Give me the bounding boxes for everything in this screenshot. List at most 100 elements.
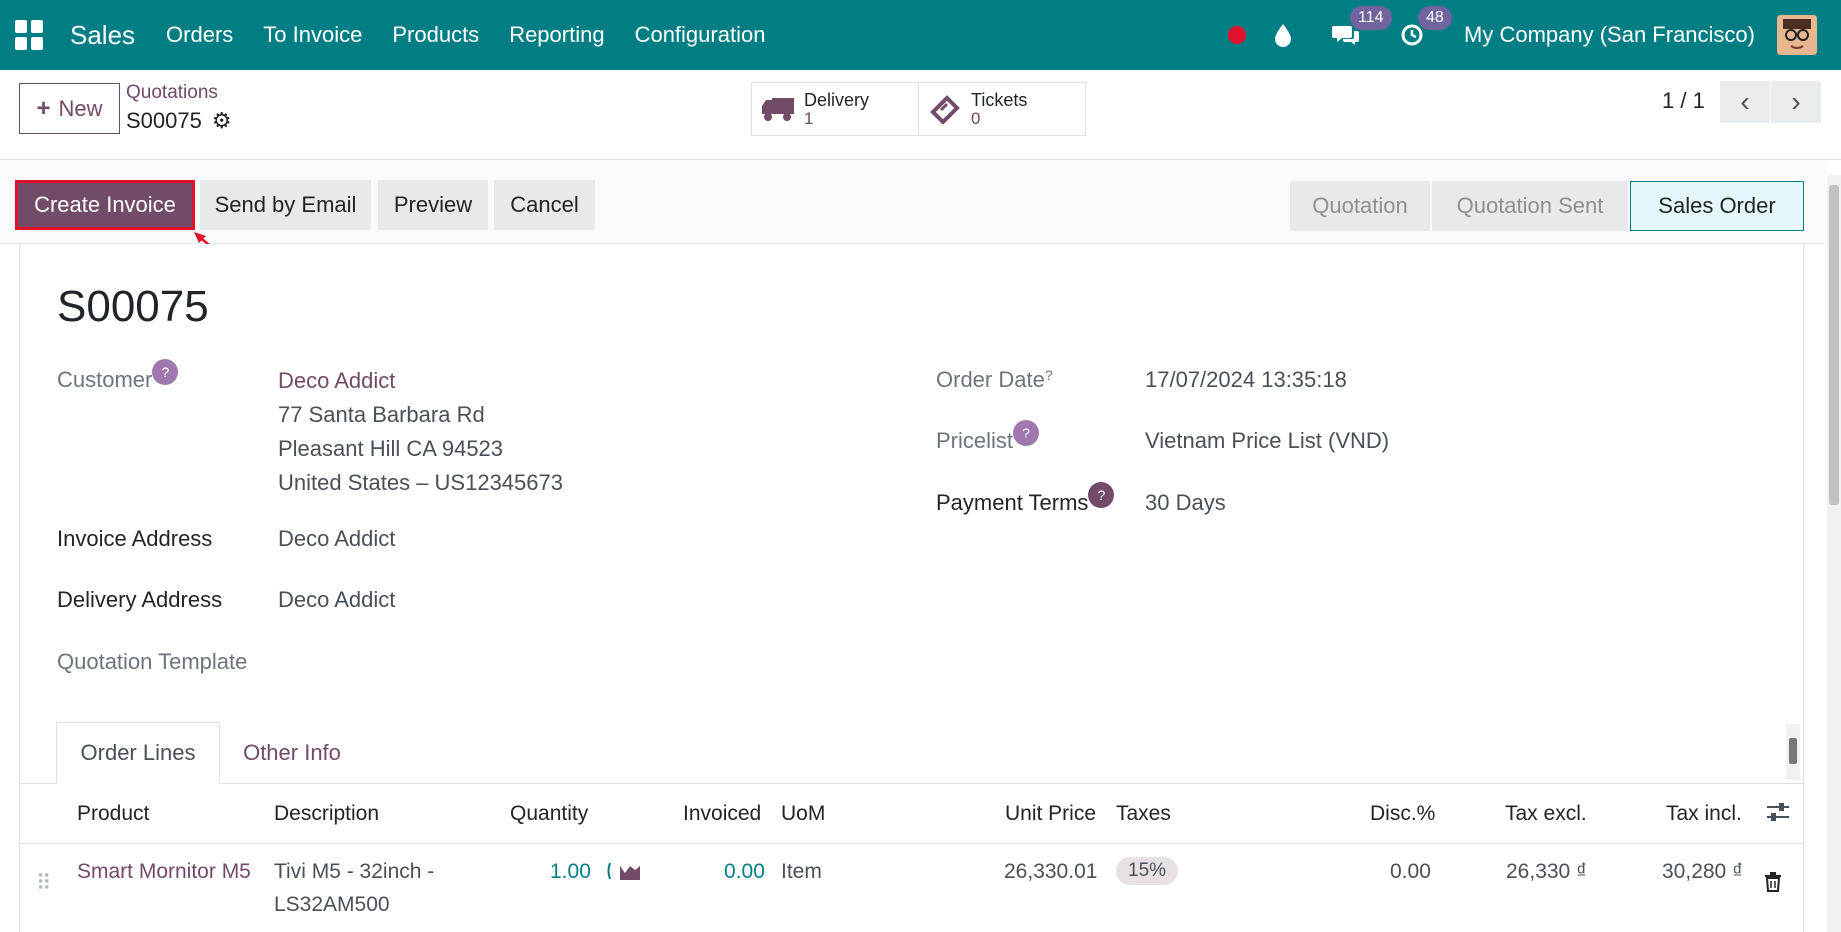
delivery-smart-button[interactable]: Delivery 1 [751, 82, 919, 136]
pager-previous-icon[interactable]: ‹ [1720, 81, 1770, 123]
payment-terms-field[interactable]: 30 Days [1145, 490, 1226, 516]
pricelist-help-icon[interactable]: ? [1013, 420, 1040, 446]
col-description[interactable]: Description [274, 802, 379, 826]
plus-icon: + [36, 94, 51, 122]
tickets-smart-button[interactable]: Tickets 0 [918, 82, 1086, 136]
activities-clock-icon[interactable]: 48 [1400, 6, 1452, 50]
col-product[interactable]: Product [77, 802, 149, 826]
gear-icon[interactable]: ⚙ [212, 108, 232, 134]
delivery-label: Delivery [804, 90, 870, 110]
col-tax-incl[interactable]: Tax incl. [1666, 802, 1742, 826]
row-tax-incl: 30,280 ₫ [1662, 860, 1743, 883]
create-invoice-button[interactable]: Create Invoice [15, 180, 195, 230]
customer-address-line2: Pleasant Hill CA 94523 [278, 436, 504, 461]
col-quantity[interactable]: Quantity [510, 802, 588, 826]
row-description-line2[interactable]: LS32AM500 [274, 893, 390, 917]
customer-help-icon[interactable]: ? [152, 359, 179, 385]
menu-orders[interactable]: Orders [151, 22, 248, 48]
notebook-tabs: Order Lines Other Info [20, 722, 1805, 784]
customer-address-line1: 77 Santa Barbara Rd [278, 402, 485, 427]
send-by-email-button[interactable]: Send by Email [200, 180, 371, 230]
menu-reporting[interactable]: Reporting [494, 22, 619, 48]
order-date-label-text: Order Date [936, 367, 1045, 392]
statusbar: Create Invoice Send by Email Preview Can… [0, 160, 1825, 277]
stage-quotation-sent[interactable]: Quotation Sent [1432, 181, 1628, 231]
invoice-address-field[interactable]: Deco Addict [278, 526, 395, 552]
ticket-icon [919, 94, 971, 124]
drag-handle-icon[interactable]: ⠿ [36, 871, 51, 896]
control-panel: + New Quotations S00075 ⚙ Delivery 1 Tic… [0, 70, 1841, 160]
tabs-scrollbar[interactable] [1786, 724, 1800, 780]
pager-next-icon[interactable]: › [1771, 81, 1821, 123]
top-navbar: Sales Orders To Invoice Products Reporti… [0, 0, 1841, 70]
menu-configuration[interactable]: Configuration [620, 22, 781, 48]
row-tax-tag[interactable]: 15% [1116, 857, 1179, 885]
row-description-line1[interactable]: Tivi M5 - 32inch - [274, 860, 434, 884]
payment-terms-label-text: Payment Terms [936, 490, 1089, 515]
customer-label: Customer? [57, 359, 179, 393]
customer-label-text: Customer [57, 367, 153, 392]
order-date-field[interactable]: 17/07/2024 13:35:18 [1145, 367, 1347, 393]
col-unit-price[interactable]: Unit Price [1005, 802, 1096, 826]
order-title: S00075 [57, 282, 209, 331]
truck-icon [752, 96, 804, 122]
order-date-help-icon[interactable]: ? [1045, 367, 1053, 383]
optional-columns-icon[interactable] [1765, 800, 1791, 830]
menu-to-invoice[interactable]: To Invoice [248, 22, 377, 48]
col-tax-excl[interactable]: Tax excl. [1505, 802, 1587, 826]
col-uom[interactable]: UoM [781, 802, 825, 826]
quotation-template-label: Quotation Template [57, 649, 248, 674]
row-uom[interactable]: Item [781, 860, 822, 884]
breadcrumb-current-label: S00075 [126, 108, 202, 133]
pricelist-label: Pricelist? [936, 420, 1040, 454]
delivery-address-label: Delivery Address [57, 587, 223, 612]
invoice-address-label: Invoice Address [57, 526, 213, 551]
recording-icon[interactable] [1228, 26, 1247, 44]
pager-value[interactable]: 1 / 1 [1662, 88, 1705, 114]
pricelist-field[interactable]: Vietnam Price List (VND) [1145, 428, 1389, 454]
new-button[interactable]: + New [19, 83, 120, 134]
payment-terms-label: Payment Terms? [936, 482, 1115, 516]
new-button-label: New [58, 95, 103, 121]
row-tax-excl: 26,330 ₫ [1506, 860, 1587, 883]
col-taxes[interactable]: Taxes [1116, 802, 1171, 826]
menu-products[interactable]: Products [377, 22, 494, 48]
pricelist-label-text: Pricelist [936, 428, 1014, 453]
row-discount[interactable]: 0.00 [1390, 860, 1431, 884]
form-sheet: S00075 Customer? Deco Addict 77 Santa Ba… [19, 244, 1805, 932]
customer-address-line3: United States – US12345673 [278, 470, 563, 495]
cancel-button[interactable]: Cancel [494, 180, 595, 230]
stage-sales-order[interactable]: Sales Order [1630, 181, 1804, 231]
messages-icon[interactable]: 114 [1332, 6, 1392, 50]
activities-badge: 48 [1418, 6, 1452, 30]
company-switcher[interactable]: My Company (San Francisco) [1464, 22, 1755, 48]
tickets-count: 0 [971, 109, 981, 128]
row-quantity[interactable]: 1.00 [550, 860, 591, 884]
delivery-address-field[interactable]: Deco Addict [278, 587, 395, 613]
trash-icon[interactable] [1764, 872, 1782, 898]
row-unit-price[interactable]: 26,330.01 [1004, 860, 1097, 884]
tab-order-lines[interactable]: Order Lines [56, 722, 220, 784]
stage-quotation[interactable]: Quotation [1290, 181, 1430, 231]
droplet-icon[interactable] [1274, 20, 1292, 50]
row-forecast-icon[interactable] [607, 860, 645, 888]
order-lines-header: Product Description Quantity Invoiced Uo… [20, 784, 1805, 844]
tickets-label: Tickets [971, 90, 1028, 110]
app-name[interactable]: Sales [70, 20, 135, 51]
payment-terms-help-icon[interactable]: ? [1088, 482, 1115, 508]
delivery-count: 1 [804, 109, 814, 128]
row-invoiced: 0.00 [724, 860, 765, 883]
table-row[interactable]: ⠿ Smart Mornitor M5 Tivi M5 - 32inch - L… [20, 844, 1805, 932]
customer-name[interactable]: Deco Addict [278, 368, 395, 394]
col-invoiced[interactable]: Invoiced [683, 802, 761, 826]
preview-button[interactable]: Preview [378, 180, 488, 230]
page-scrollbar[interactable] [1827, 175, 1841, 932]
breadcrumb-current: S00075 ⚙ [126, 108, 232, 134]
col-discount[interactable]: Disc.% [1370, 802, 1435, 826]
user-avatar[interactable] [1777, 15, 1817, 55]
order-date-label: Order Date? [936, 367, 1053, 393]
tab-other-info[interactable]: Other Info [222, 722, 362, 784]
row-product[interactable]: Smart Mornitor M5 [77, 860, 251, 884]
apps-menu-icon[interactable] [15, 20, 45, 50]
breadcrumb-quotations[interactable]: Quotations [126, 82, 218, 104]
